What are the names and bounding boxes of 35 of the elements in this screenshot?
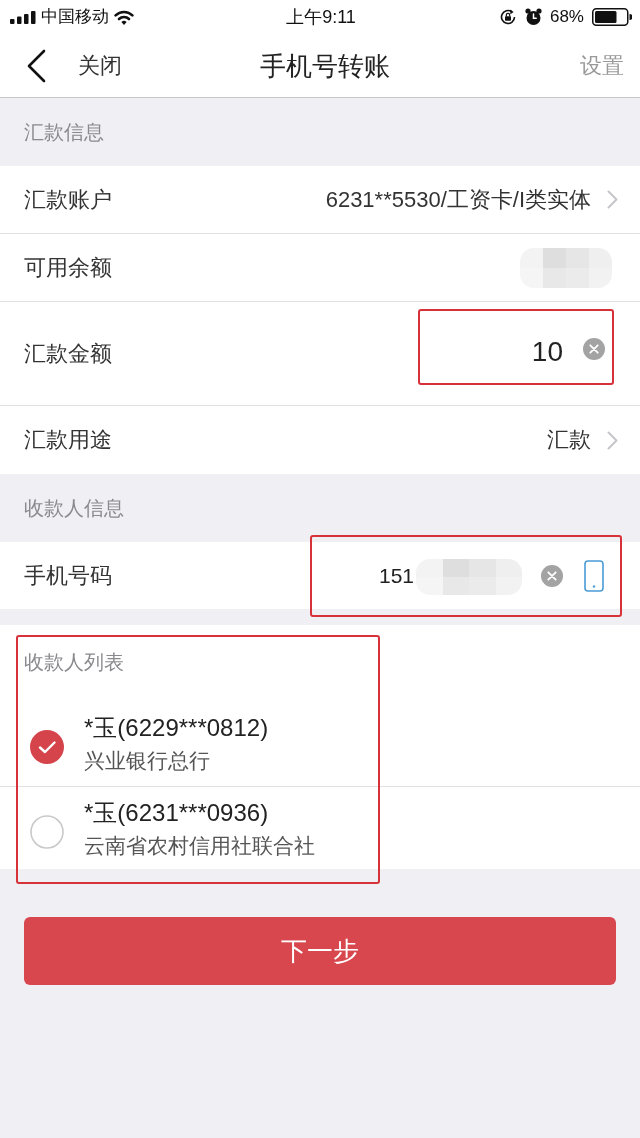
- field-label: 可用余额: [24, 253, 112, 282]
- back-button[interactable]: 关闭: [26, 48, 122, 83]
- amount-field[interactable]: 10: [428, 328, 563, 370]
- bank-name: 云南省农村信用社联合社: [84, 833, 315, 859]
- clear-icon[interactable]: [583, 338, 605, 360]
- field-value[interactable]: 6231**5530/工资卡/I类实体: [325, 185, 618, 214]
- field-label: 汇款金额: [24, 339, 112, 368]
- section-header: 收款人信息: [23, 496, 125, 521]
- list-header: 收款人列表: [24, 651, 124, 673]
- carrier-name: 中国移动: [41, 6, 109, 28]
- next-button[interactable]: 下一步: [24, 917, 616, 985]
- chevron-right-icon: [607, 430, 618, 450]
- rotation-lock-icon: [498, 8, 517, 26]
- status-time: 上午9:11: [286, 6, 356, 28]
- bank-name: 兴业银行总行: [84, 747, 211, 774]
- payee-name: *玉(6231***0936): [84, 798, 270, 828]
- field-label: 汇款账户: [24, 185, 112, 214]
- battery-percentage: 68%: [549, 6, 584, 28]
- field-value[interactable]: 汇款: [547, 426, 618, 454]
- battery-icon: [592, 8, 632, 26]
- field-label: 手机号码: [24, 561, 112, 590]
- section-header: 汇款信息: [23, 120, 105, 145]
- radio-circle-icon[interactable]: [30, 815, 64, 849]
- phone-icon[interactable]: [584, 559, 604, 592]
- payee-name: *玉(6229***0812): [84, 712, 269, 743]
- phone-field[interactable]: 151: [320, 561, 414, 590]
- clear-icon[interactable]: [541, 564, 563, 587]
- chevron-right-icon: [607, 190, 618, 209]
- field-label: 汇款用途: [24, 426, 112, 454]
- page-title: 手机号转账: [260, 49, 390, 82]
- wifi-icon: [114, 9, 134, 25]
- back-chevron-icon: [26, 48, 46, 83]
- check-circle-icon[interactable]: [30, 729, 64, 764]
- signal-icon: [10, 10, 36, 24]
- alarm-clock-icon: [524, 8, 542, 26]
